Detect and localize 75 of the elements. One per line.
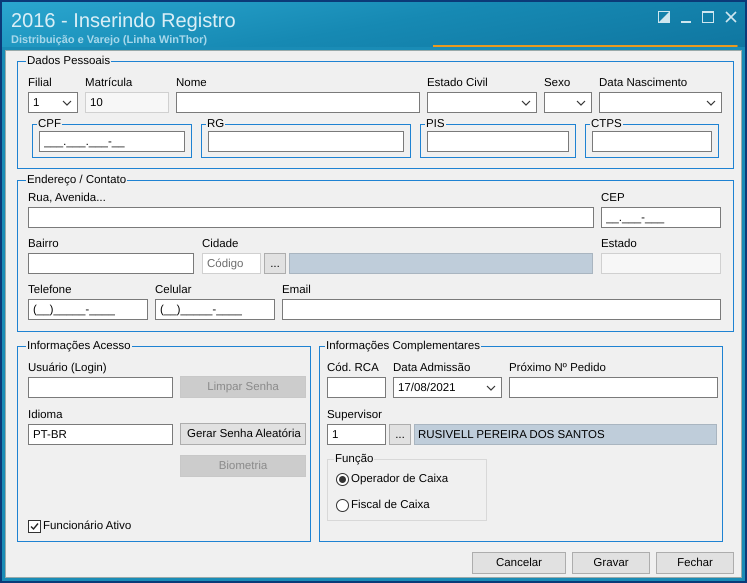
- field-label: Bairro: [28, 237, 60, 251]
- field-label: Rua, Avenida...: [28, 191, 107, 205]
- window-subtitle: Distribuição e Varejo (Linha WinThor): [11, 34, 208, 46]
- maximize-icon[interactable]: [702, 11, 714, 23]
- group-title: Função: [334, 453, 374, 466]
- chevron-icon: [576, 100, 586, 106]
- field-label: Próximo Nº Pedido: [509, 361, 607, 375]
- group-title: Dados Pessoais: [26, 55, 112, 68]
- restore-icon[interactable]: [658, 11, 670, 23]
- text-field[interactable]: (__)_____-____: [28, 299, 148, 320]
- text-field[interactable]: [28, 207, 594, 228]
- action-button[interactable]: Gerar Senha Aleatória: [180, 423, 306, 445]
- radio-button[interactable]: [336, 472, 349, 486]
- group-title: Informações Acesso: [26, 340, 132, 353]
- chevron-icon: [706, 100, 716, 106]
- group-title: RG: [206, 118, 226, 131]
- group-title: Informações Complementares: [325, 340, 482, 353]
- text-field[interactable]: [427, 131, 569, 152]
- text-field[interactable]: PT-BR: [28, 424, 173, 445]
- checkbox[interactable]: [28, 520, 41, 532]
- field-label: Celular: [155, 283, 192, 297]
- chevron-icon: [62, 100, 72, 106]
- field-label: Cidade: [202, 237, 240, 251]
- name-field: RUSIVELL PEREIRA DOS SANTOS: [414, 424, 717, 445]
- radio-button[interactable]: [336, 498, 349, 512]
- field-label: Email: [282, 283, 312, 297]
- footer-button[interactable]: Gravar: [572, 552, 650, 574]
- text-field[interactable]: 10: [85, 92, 169, 113]
- group-title: Endereço / Contato: [26, 174, 128, 187]
- footer-button[interactable]: Cancelar: [472, 552, 566, 574]
- field-label: Matrícula: [85, 76, 134, 90]
- close-icon[interactable]: [725, 11, 737, 23]
- text-field[interactable]: [28, 253, 194, 274]
- radio-label: Operador de Caixa: [351, 472, 448, 486]
- group-title: PIS: [425, 118, 446, 131]
- text-field[interactable]: [509, 377, 718, 398]
- checkbox-label: Funcionário Ativo: [43, 519, 132, 533]
- text-field[interactable]: __.___-___: [601, 207, 721, 228]
- browse-button[interactable]: ...: [389, 424, 411, 445]
- footer-button[interactable]: Fechar: [656, 552, 734, 574]
- text-field[interactable]: [176, 92, 420, 113]
- field-label: Filial: [28, 76, 53, 90]
- chevron-icon: [486, 384, 496, 390]
- dropdown[interactable]: [599, 92, 722, 113]
- text-field[interactable]: [28, 377, 173, 398]
- text-field[interactable]: [327, 377, 386, 398]
- dropdown[interactable]: 17/08/2021: [393, 377, 502, 398]
- field-label: Idioma: [28, 408, 64, 422]
- code-field[interactable]: 1: [327, 424, 386, 445]
- field-label: Data Admissão: [393, 361, 472, 375]
- field-label: Supervisor: [327, 408, 383, 422]
- browse-button[interactable]: ...: [264, 253, 286, 274]
- radio-label: Fiscal de Caixa: [351, 498, 430, 512]
- text-field[interactable]: [208, 131, 404, 152]
- dropdown[interactable]: 1: [28, 92, 78, 113]
- group-title: CTPS: [590, 118, 623, 131]
- field-label: Cód. RCA: [327, 361, 380, 375]
- field-label: Nome: [176, 76, 208, 90]
- field-label: Sexo: [544, 76, 572, 90]
- text-field[interactable]: ___.___.___-__: [39, 131, 185, 152]
- text-field[interactable]: [282, 299, 721, 320]
- field-label: Estado: [601, 237, 638, 251]
- field-label: CEP: [601, 191, 626, 205]
- group-title: CPF: [37, 118, 62, 131]
- text-field[interactable]: (__)_____-____: [155, 299, 275, 320]
- field-label: Estado Civil: [427, 76, 489, 90]
- code-field[interactable]: Código: [202, 253, 261, 274]
- field-label: Data Nascimento: [599, 76, 688, 90]
- field-label: Telefone: [28, 283, 72, 297]
- dropdown[interactable]: [544, 92, 592, 113]
- window-title: 2016 - Inserindo Registro: [11, 10, 236, 32]
- dropdown[interactable]: [427, 92, 537, 113]
- chevron-icon: [521, 100, 531, 106]
- text-field[interactable]: [592, 131, 712, 152]
- field-label: Usuário (Login): [28, 361, 108, 375]
